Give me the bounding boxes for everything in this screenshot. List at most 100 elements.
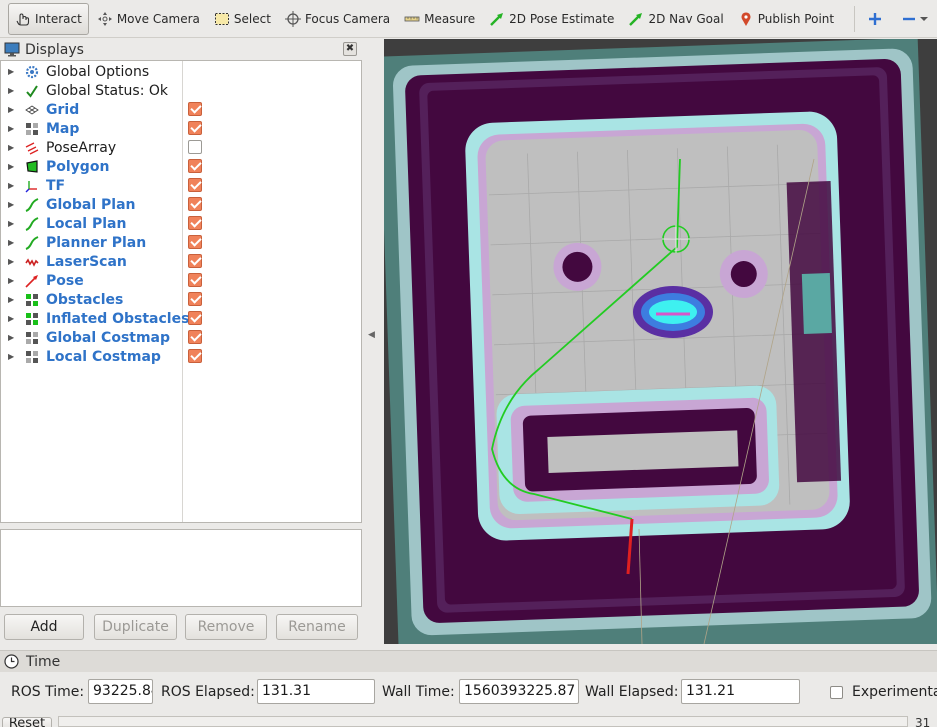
ruler-icon — [404, 16, 420, 21]
display-enabled-checkbox[interactable] — [188, 121, 202, 135]
checkmark-icon — [24, 83, 40, 99]
wall-time-field[interactable]: 1560393225.87 — [459, 679, 579, 704]
display-label: Obstacles — [46, 291, 124, 308]
grid-icon — [24, 102, 40, 118]
display-label: Pose — [46, 272, 84, 289]
display-enabled-checkbox[interactable] — [188, 273, 202, 287]
expand-arrow-icon[interactable]: ▶ — [8, 67, 18, 76]
display-row[interactable]: ▶ Grid — [1, 100, 361, 119]
wall-elapsed-field[interactable]: 131.21 — [681, 679, 800, 704]
tool-label: Focus Camera — [304, 11, 391, 26]
reset-button[interactable]: Reset — [2, 717, 52, 727]
select-box-icon — [214, 12, 229, 25]
expand-arrow-icon[interactable]: ▶ — [8, 124, 18, 133]
display-row[interactable]: ▶ TF — [1, 176, 361, 195]
expand-arrow-icon[interactable]: ▶ — [8, 333, 18, 342]
display-row[interactable]: ▶ Global Costmap — [1, 328, 361, 347]
display-label: Local Plan — [46, 215, 127, 232]
display-label: Global Options — [46, 63, 150, 80]
expand-arrow-icon[interactable]: ▶ — [8, 257, 18, 266]
tool-2d-nav-goal[interactable]: 2D Nav Goal — [622, 3, 729, 35]
display-row[interactable]: ▶ Obstacles — [1, 290, 361, 309]
display-row[interactable]: ▶ Local Costmap — [1, 347, 361, 366]
obstacles-grid-icon — [24, 311, 40, 327]
display-row[interactable]: ▶ PoseArray — [1, 138, 361, 157]
cursor-icon — [16, 12, 30, 26]
ros-time-field[interactable]: 93225.84 — [88, 679, 153, 704]
expand-arrow-icon[interactable]: ▶ — [8, 238, 18, 247]
display-row[interactable]: ▶ Pose — [1, 271, 361, 290]
move-camera-icon — [97, 11, 112, 26]
close-button[interactable]: ✖ — [343, 42, 357, 56]
laserscan-icon — [24, 254, 40, 270]
minus-icon[interactable] — [901, 11, 917, 27]
display-row[interactable]: ▶ Polygon — [1, 157, 361, 176]
expand-arrow-icon[interactable]: ▶ — [8, 295, 18, 304]
display-row[interactable]: ▶ Planner Plan — [1, 233, 361, 252]
tool-interact[interactable]: Interact — [8, 2, 89, 35]
expand-arrow-icon[interactable]: ▶ — [8, 162, 18, 171]
expand-arrow-icon[interactable]: ▶ — [8, 352, 18, 361]
display-label: LaserScan — [46, 253, 127, 270]
display-enabled-checkbox[interactable] — [188, 235, 202, 249]
render-viewport[interactable] — [384, 39, 937, 644]
remove-button[interactable]: Remove — [185, 614, 267, 640]
tool-select[interactable]: Select — [208, 3, 277, 35]
displays-title-bar: Displays ✖ — [0, 39, 363, 60]
duplicate-button[interactable]: Duplicate — [94, 614, 177, 640]
add-button[interactable]: Add — [4, 614, 84, 640]
display-enabled-checkbox[interactable] — [188, 292, 202, 306]
displays-title: Displays — [25, 41, 84, 58]
display-enabled-checkbox[interactable] — [188, 311, 202, 325]
expand-arrow-icon[interactable]: ▶ — [8, 86, 18, 95]
display-row[interactable]: ▶ Global Status: Ok — [1, 81, 361, 100]
display-label: Polygon — [46, 158, 110, 175]
chevron-down-icon[interactable] — [919, 14, 929, 24]
display-row[interactable]: ▶ Inflated Obstacles — [1, 309, 361, 328]
plus-icon[interactable] — [867, 11, 883, 27]
expand-arrow-icon[interactable]: ▶ — [8, 314, 18, 323]
ros-elapsed-field[interactable]: 131.31 — [257, 679, 375, 704]
ros-elapsed-label: ROS Elapsed: — [161, 684, 255, 700]
expand-arrow-icon[interactable]: ▶ — [8, 200, 18, 209]
tool-label: 2D Pose Estimate — [509, 11, 615, 26]
display-row[interactable]: ▶ LaserScan — [1, 252, 361, 271]
tool-publish-point[interactable]: Publish Point — [732, 3, 840, 35]
expand-arrow-icon[interactable]: ▶ — [8, 181, 18, 190]
experimental-checkbox[interactable] — [830, 686, 843, 699]
display-label: PoseArray — [46, 139, 117, 156]
tool-label: Move Camera — [116, 11, 200, 26]
tool-focus-camera[interactable]: Focus Camera — [279, 3, 396, 35]
tool-2d-pose-estimate[interactable]: 2D Pose Estimate — [483, 3, 620, 35]
fps-label: 31 — [915, 716, 931, 727]
rename-button[interactable]: Rename — [276, 614, 358, 640]
expand-arrow-icon[interactable]: ▶ — [8, 276, 18, 285]
display-enabled-checkbox[interactable] — [188, 216, 202, 230]
tool-measure[interactable]: Measure — [398, 3, 481, 35]
time-title-bar: Time — [0, 650, 937, 672]
display-row[interactable]: ▶ Global Plan — [1, 195, 361, 214]
display-row[interactable]: ▶ Local Plan — [1, 214, 361, 233]
path-icon — [24, 216, 40, 232]
display-enabled-checkbox[interactable] — [188, 254, 202, 268]
display-enabled-checkbox[interactable] — [188, 349, 202, 363]
display-row[interactable]: ▶ Global Options — [1, 62, 361, 81]
display-label: Inflated Obstacles — [46, 310, 190, 327]
experimental-label: Experimenta — [852, 684, 937, 700]
green-arrow-icon — [490, 12, 504, 26]
displays-tree: ▶ Global Options ▶ Global Status: Ok ▶ Grid ▶ M… — [0, 60, 362, 523]
tf-axes-icon — [24, 178, 40, 194]
display-enabled-checkbox[interactable] — [188, 178, 202, 192]
collapse-splitter-icon[interactable]: ◀ — [368, 330, 375, 340]
display-enabled-checkbox[interactable] — [188, 159, 202, 173]
expand-arrow-icon[interactable]: ▶ — [8, 219, 18, 228]
expand-arrow-icon[interactable]: ▶ — [8, 143, 18, 152]
display-label: Planner Plan — [46, 234, 147, 251]
tool-move-camera[interactable]: Move Camera — [91, 3, 206, 35]
display-row[interactable]: ▶ Map — [1, 119, 361, 138]
expand-arrow-icon[interactable]: ▶ — [8, 105, 18, 114]
display-enabled-checkbox[interactable] — [188, 330, 202, 344]
display-enabled-checkbox[interactable] — [188, 140, 202, 154]
display-enabled-checkbox[interactable] — [188, 197, 202, 211]
display-enabled-checkbox[interactable] — [188, 102, 202, 116]
